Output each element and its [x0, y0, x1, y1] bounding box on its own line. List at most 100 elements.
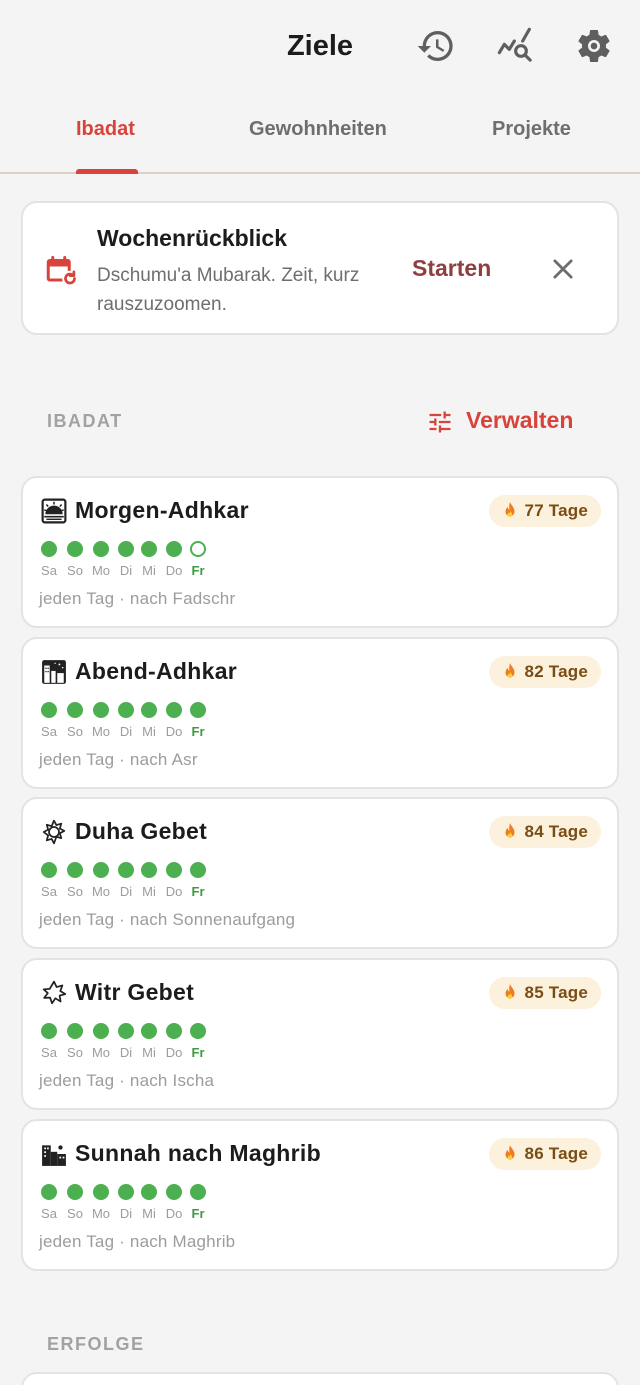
day-label: Di: [119, 563, 133, 578]
day-status[interactable]: Sa: [39, 701, 59, 739]
day-label: Mi: [142, 723, 156, 739]
week-progress: Sa So Mo Di Mi Do Fr: [39, 862, 209, 906]
day-status[interactable]: Mo: [91, 1183, 111, 1221]
day-status[interactable]: Fr: [188, 701, 208, 739]
day-complete-dot: [41, 862, 57, 879]
day-status[interactable]: Mo: [91, 1023, 111, 1060]
day-status[interactable]: Do: [164, 1183, 184, 1221]
day-complete-dot: [141, 541, 157, 557]
day-complete-dot: [67, 862, 83, 879]
day-label: Mo: [91, 1045, 111, 1061]
day-label: Di: [119, 723, 133, 739]
review-title: Wochenrückblick: [97, 225, 288, 251]
day-status[interactable]: Mi: [139, 1023, 159, 1060]
habit-name: Sunnah nach Maghrib: [75, 1139, 321, 1166]
day-label: Mi: [142, 1045, 156, 1061]
day-label: Sa: [41, 1045, 57, 1061]
day-complete-dot: [166, 1183, 182, 1200]
day-pending-dot: [190, 541, 206, 557]
day-label: Fr: [191, 1045, 205, 1061]
day-status[interactable]: Fr: [188, 1023, 208, 1060]
fire-icon: [505, 823, 515, 839]
day-label: So: [67, 1205, 83, 1221]
day-status[interactable]: Di: [116, 701, 136, 739]
day-status[interactable]: So: [65, 862, 85, 899]
tab-bar: Ibadat Gewohnheiten Projekte: [0, 100, 640, 174]
day-status[interactable]: Mo: [91, 701, 111, 739]
day-label: Mo: [91, 1205, 111, 1221]
streak-badge: 85 Tage: [488, 977, 601, 1010]
day-label: Sa: [41, 563, 57, 578]
close-icon[interactable]: [549, 255, 577, 283]
day-status[interactable]: Sa: [39, 1183, 59, 1221]
streak-text: 77 Tage: [524, 501, 588, 520]
habit-card[interactable]: Witr Gebet 85 Tage Sa So Mo Di Mi Do Fr …: [21, 958, 619, 1111]
day-label: Sa: [41, 1205, 57, 1221]
start-review-button[interactable]: Starten: [412, 255, 491, 282]
tab-projekte[interactable]: Projekte: [492, 118, 571, 141]
day-status[interactable]: Fr: [188, 862, 208, 899]
day-status[interactable]: Do: [164, 541, 184, 578]
tab-gewohnheiten[interactable]: Gewohnheiten: [249, 118, 387, 141]
streak-badge: 86 Tage: [488, 1137, 601, 1170]
day-label: Do: [165, 1205, 183, 1221]
day-status[interactable]: Sa: [39, 1023, 59, 1060]
habit-schedule: jeden Tag · nach Asr: [39, 749, 198, 769]
section-label-achievements: ERFOLGE: [47, 1334, 145, 1354]
day-complete-dot: [118, 862, 134, 879]
day-status[interactable]: So: [65, 1183, 85, 1221]
habit-card[interactable]: Duha Gebet 84 Tage Sa So Mo Di Mi Do Fr …: [21, 797, 619, 950]
day-complete-dot: [141, 862, 157, 879]
day-status[interactable]: So: [65, 1023, 85, 1060]
settings-icon[interactable]: [574, 26, 614, 66]
stats-search-icon[interactable]: [496, 26, 536, 66]
active-tab-indicator: [76, 169, 138, 174]
history-icon[interactable]: [416, 26, 456, 66]
day-status[interactable]: So: [65, 701, 85, 739]
habit-card[interactable]: Sunnah nach Maghrib 86 Tage Sa So Mo Di …: [21, 1118, 619, 1271]
star-burst-icon: [41, 980, 67, 1006]
day-complete-dot: [166, 541, 182, 557]
day-complete-dot: [41, 701, 57, 718]
day-status[interactable]: Di: [116, 862, 136, 899]
habit-schedule: jeden Tag · nach Fadschr: [39, 589, 236, 608]
day-status[interactable]: Sa: [39, 541, 59, 578]
day-status[interactable]: Fr: [188, 541, 208, 578]
day-status[interactable]: Do: [164, 701, 184, 739]
day-status[interactable]: Mo: [91, 862, 111, 899]
habit-card[interactable]: Abend-Adhkar 82 Tage Sa So Mo Di Mi Do F…: [21, 636, 619, 789]
day-complete-dot: [190, 1183, 206, 1200]
day-status[interactable]: Do: [164, 1023, 184, 1060]
fire-icon: [505, 984, 515, 1000]
habit-schedule: jeden Tag · nach Ischa: [39, 1071, 215, 1091]
day-status[interactable]: Di: [116, 1183, 136, 1221]
app-header: Ziele: [0, 0, 640, 92]
streak-text: 86 Tage: [524, 1143, 588, 1163]
sun-icon: [41, 819, 67, 845]
day-status[interactable]: Mi: [139, 541, 159, 578]
tab-ibadat[interactable]: Ibadat: [76, 118, 135, 141]
day-complete-dot: [118, 1023, 134, 1040]
day-status[interactable]: Mi: [139, 1183, 159, 1221]
day-status[interactable]: Mi: [139, 701, 159, 739]
day-status[interactable]: Fr: [188, 1183, 208, 1221]
day-status[interactable]: Di: [116, 1023, 136, 1060]
day-label: So: [67, 884, 83, 900]
habit-schedule: jeden Tag · nach Maghrib: [39, 1231, 236, 1251]
day-label: Fr: [191, 723, 205, 739]
day-complete-dot: [67, 701, 83, 718]
day-status[interactable]: Mo: [91, 541, 111, 578]
day-status[interactable]: So: [65, 541, 85, 578]
habit-card[interactable]: Morgen-Adhkar 77 Tage Sa So Mo Di Mi Do …: [21, 476, 619, 628]
achievements-card[interactable]: [21, 1372, 619, 1385]
day-status[interactable]: Di: [116, 541, 136, 578]
fire-icon: [505, 662, 515, 678]
day-status[interactable]: Do: [164, 862, 184, 899]
day-complete-dot: [67, 1183, 83, 1200]
day-complete-dot: [166, 1023, 182, 1040]
day-status[interactable]: Sa: [39, 862, 59, 899]
day-status[interactable]: Mi: [139, 862, 159, 899]
day-complete-dot: [166, 701, 182, 718]
day-complete-dot: [141, 1183, 157, 1200]
day-label: Do: [165, 723, 183, 739]
